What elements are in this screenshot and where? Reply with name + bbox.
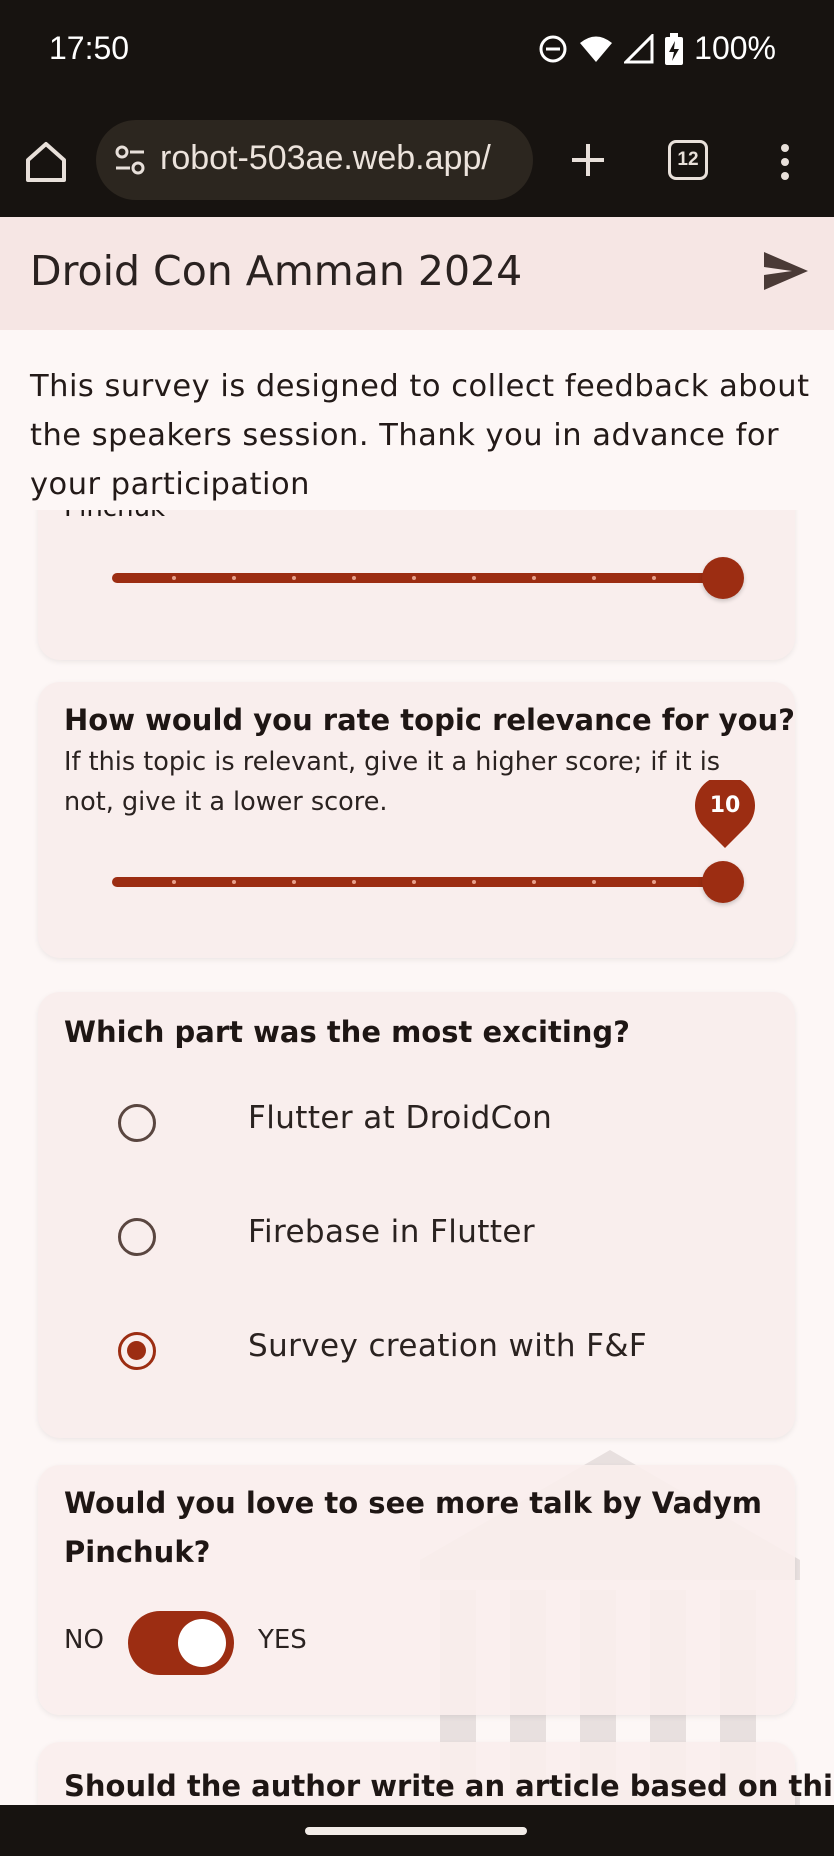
slider-tick [652,576,656,580]
url-text[interactable]: robot-503ae.web.app/ [160,139,491,178]
app-bar: Droid Con Amman 2024 [0,217,834,330]
article-card: Should the author write an article based… [38,1742,834,1805]
slider-tick [532,576,536,580]
slider-tick [172,576,176,580]
status-bar: 17:50 100% [0,0,834,100]
more-talk-switch[interactable] [128,1611,234,1675]
slider-tick [172,880,176,884]
home-icon[interactable] [22,138,70,186]
slider-thumb[interactable] [702,557,744,599]
relevance-subtitle: If this topic is relevant, give it a hig… [64,747,721,817]
send-icon[interactable] [762,250,810,296]
new-tab-icon[interactable] [564,136,612,184]
system-nav-bar [0,1805,834,1856]
slider-value-indicator: 10 [695,775,755,850]
tabs-icon[interactable]: 12 [668,140,708,180]
do-not-disturb-icon [538,34,568,64]
status-time: 17:50 [49,30,130,66]
wifi-icon [578,34,614,64]
slider-value-label: 10 [709,793,741,818]
survey-intro: This survey is designed to collect feedb… [30,369,810,502]
more-talk-question: Would you love to see more talk by Vadym… [64,1486,763,1569]
slider-tick [652,880,656,884]
site-settings-icon[interactable] [112,142,148,178]
battery-charging-icon [664,32,684,65]
radio-option[interactable]: Survey creation with F&F [118,1322,758,1382]
radio-option[interactable]: Firebase in Flutter [118,1208,758,1268]
gesture-handle[interactable] [305,1827,527,1835]
slider-tick [352,880,356,884]
partial-card-title: Pinchuk [64,510,165,533]
rating-card-partial: Pinchuk [38,510,795,660]
exciting-card: Which part was the most exciting? Flutte… [38,992,795,1438]
radio-button-selected[interactable] [118,1332,156,1370]
battery-text: 100% [694,30,776,66]
slider-tick [532,880,536,884]
survey-scroll-area[interactable]: Pinchuk How would you rate topic relevan… [0,510,834,1805]
slider-tick [292,576,296,580]
slider-thumb[interactable] [702,861,744,903]
switch-knob[interactable] [178,1619,226,1667]
slider-tick [352,576,356,580]
switch-yes-label: YES [258,1625,307,1655]
signal-icon [624,33,654,64]
slider-tick [472,880,476,884]
radio-button[interactable] [118,1218,156,1256]
page-title: Droid Con Amman 2024 [30,247,523,295]
rating-slider[interactable] [112,556,744,600]
article-question: Should the author write an article based… [64,1769,834,1803]
more-talk-card: Would you love to see more talk by Vadym… [38,1465,795,1715]
radio-label[interactable]: Firebase in Flutter [248,1214,535,1250]
relevance-card: How would you rate topic relevance for y… [38,682,795,958]
slider-tick [232,576,236,580]
browser-toolbar: robot-503ae.web.app/ 12 [0,100,834,217]
radio-option[interactable]: Flutter at DroidCon [118,1094,758,1154]
slider-track[interactable] [112,573,722,583]
url-bar[interactable]: robot-503ae.web.app/ [96,120,533,200]
relevance-question: How would you rate topic relevance for y… [64,703,795,737]
slider-tick [592,880,596,884]
slider-tick [592,576,596,580]
slider-track[interactable] [112,877,722,887]
slider-tick [292,880,296,884]
radio-label[interactable]: Flutter at DroidCon [248,1100,552,1136]
relevance-slider[interactable] [112,860,744,904]
slider-tick [412,880,416,884]
radio-label[interactable]: Survey creation with F&F [248,1328,647,1364]
slider-tick [412,576,416,580]
slider-tick [472,576,476,580]
switch-no-label: NO [64,1625,104,1655]
more-menu-icon[interactable] [770,138,800,186]
exciting-question: Which part was the most exciting? [64,1015,630,1049]
status-icons: 100% [538,30,776,67]
radio-button[interactable] [118,1104,156,1142]
slider-tick [232,880,236,884]
